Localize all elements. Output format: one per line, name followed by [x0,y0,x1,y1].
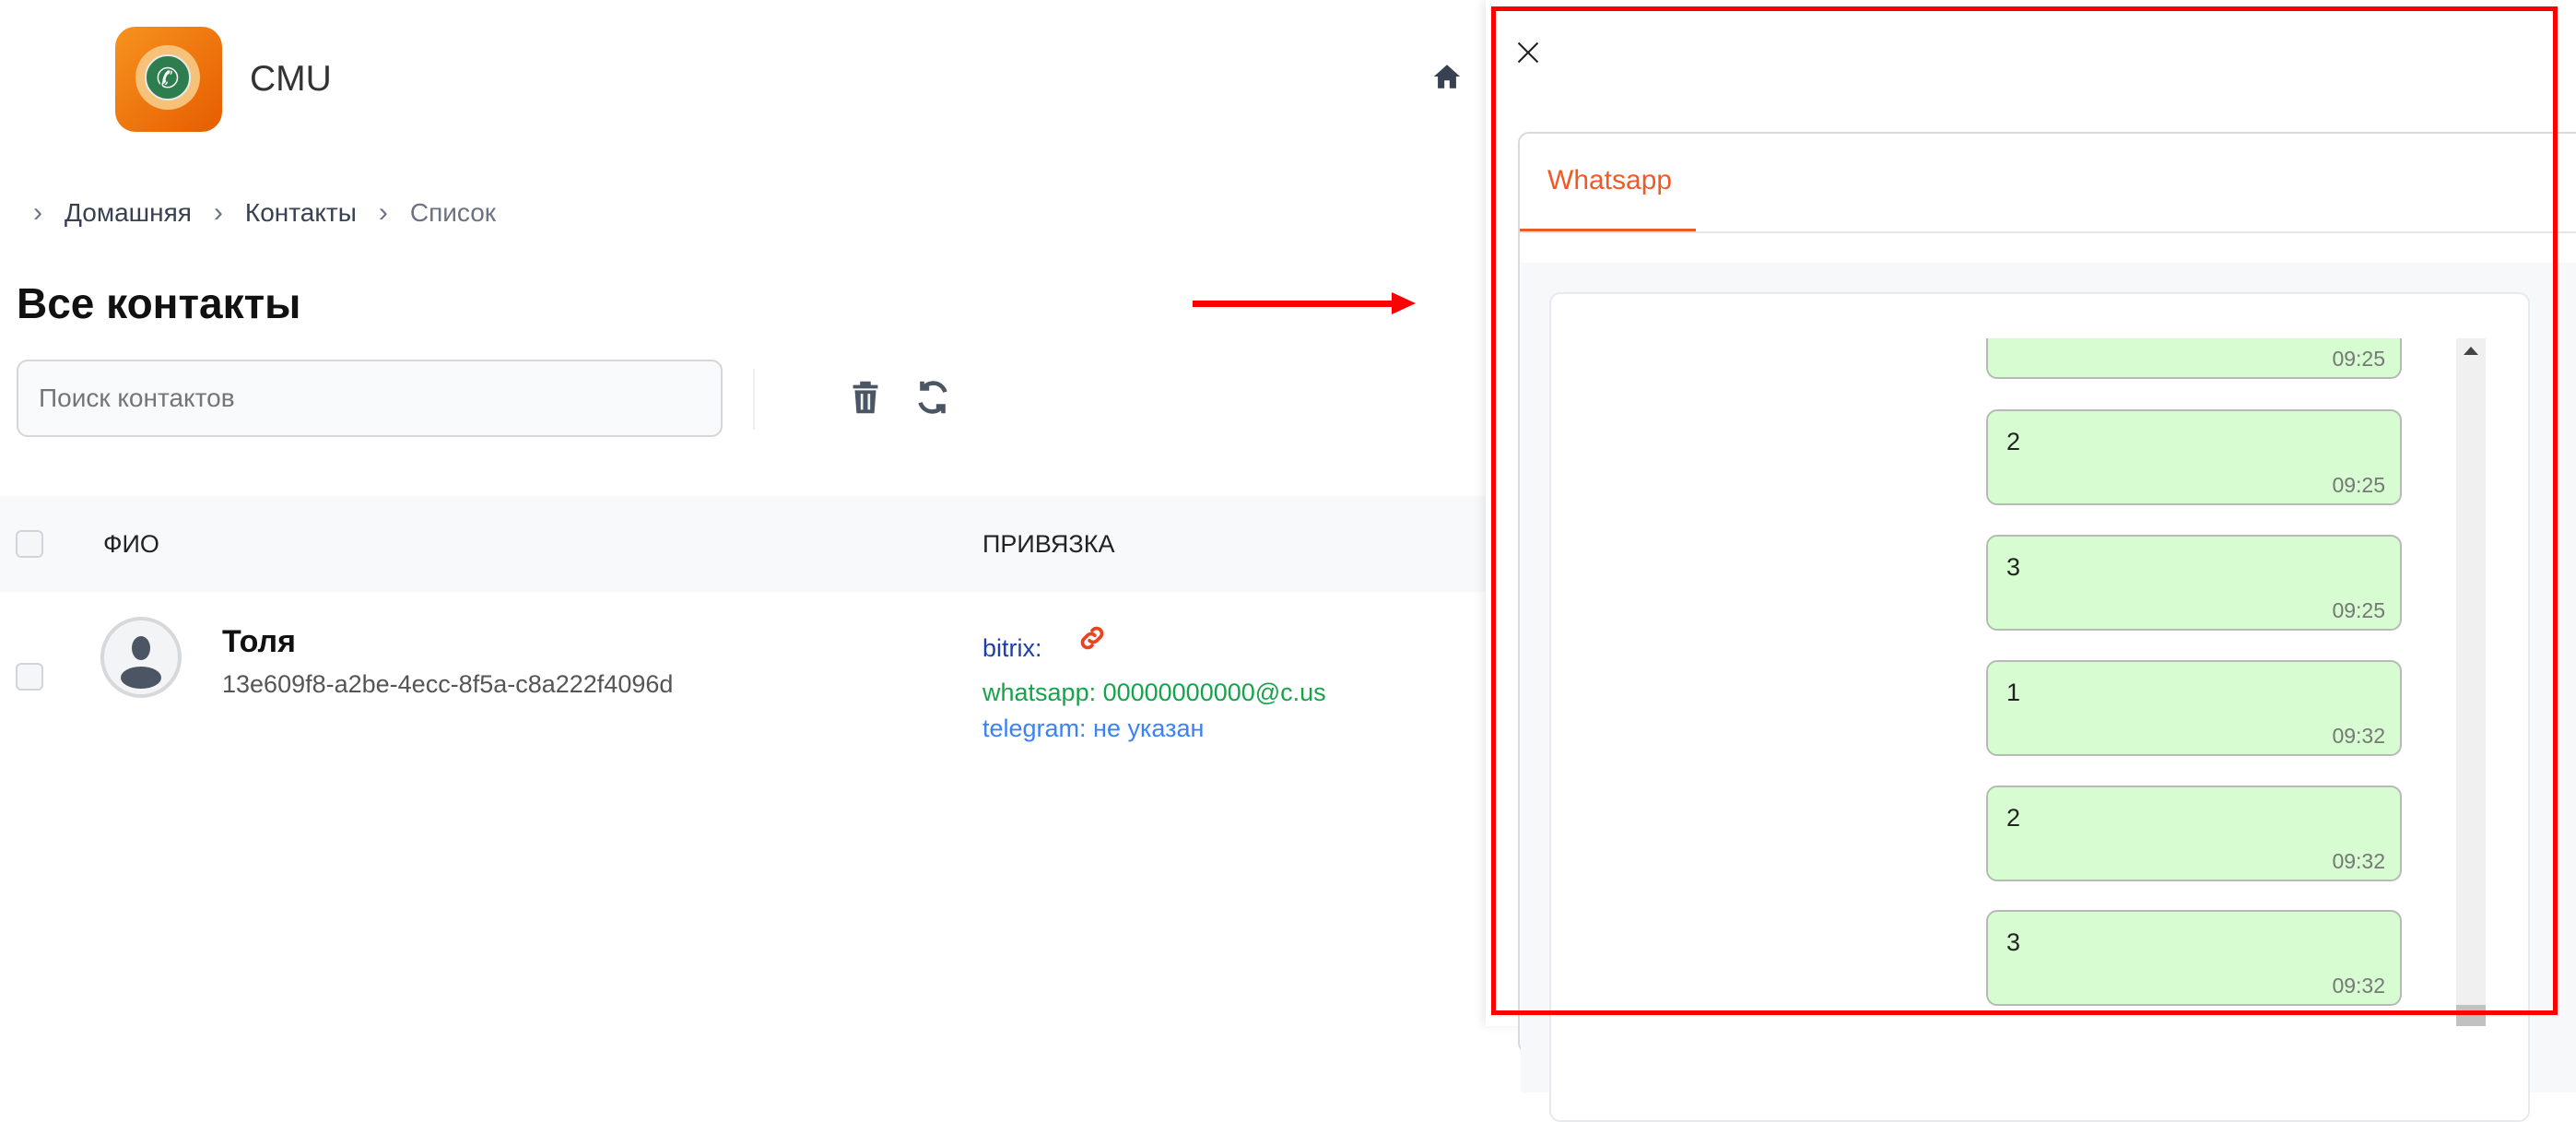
message-bubble: 2 09:25 [1986,409,2402,505]
chevron-right-icon: › [213,197,223,228]
tab-divider [1520,231,2576,233]
contact-id: 13e609f8-a2be-4ecc-8f5a-c8a222f4096d [222,670,674,698]
message-text: 2 [2006,428,2021,455]
breadcrumb-list: Список [409,198,497,227]
home-icon[interactable] [1431,61,1463,92]
link-icon[interactable] [1076,622,1108,654]
refresh-icon[interactable] [912,376,954,419]
breadcrumb-contacts[interactable]: Контакты [245,198,357,228]
divider [753,369,755,430]
whatsapp-binding[interactable]: whatsapp: 00000000000@c.us [982,679,1326,707]
message-text: 3 [2006,928,2021,956]
bitrix-binding: bitrix: [982,634,1042,662]
message-time: 09:32 [2332,724,2385,748]
brand-name: CMU [250,59,332,99]
column-header-name[interactable]: ФИО [103,530,159,559]
row-checkbox[interactable] [16,663,43,691]
message-bubble: 2 09:32 [1986,785,2402,881]
message-text: 2 [2006,804,2021,832]
breadcrumb: › Домашняя › Контакты › Список [28,197,496,229]
tab-whatsapp[interactable]: Whatsapp [1547,165,1672,196]
close-icon[interactable] [1515,40,1541,65]
trash-icon[interactable] [844,376,887,419]
table-header [0,496,1493,592]
column-header-binding[interactable]: ПРИВЯЗКА [982,530,1114,559]
message-bubble: 09:25 [1986,338,2402,379]
message-list[interactable]: 09:25 2 09:25 3 09:25 1 09:32 2 09:32 3 09:32 [1551,338,2528,1026]
chevron-right-icon: › [33,197,42,228]
user-icon [121,636,161,689]
telegram-binding: telegram: не указан [982,715,1205,742]
breadcrumb-home[interactable]: Домашняя [65,198,192,228]
message-bubble: 3 09:25 [1986,535,2402,631]
annotation-arrowhead [1392,292,1416,314]
avatar [100,617,182,698]
annotation-arrow [1193,301,1395,307]
whatsapp-phone-icon: ✆ [145,54,191,100]
chevron-right-icon: › [378,197,388,228]
message-text: 1 [2006,679,2021,706]
message-time: 09:25 [2332,347,2385,371]
message-time: 09:25 [2332,473,2385,497]
select-all-checkbox[interactable] [16,530,43,558]
contact-name[interactable]: Толя [222,624,296,660]
page-title: Все контакты [17,279,301,327]
message-bubble: 1 09:32 [1986,660,2402,756]
scroll-up-arrow-icon[interactable] [2464,347,2478,355]
message-time: 09:32 [2332,849,2385,873]
scrollbar-thumb[interactable] [2456,1005,2486,1026]
search-input[interactable] [17,360,723,437]
message-bubble: 3 09:32 [1986,910,2402,1006]
message-time: 09:25 [2332,598,2385,622]
scrollbar[interactable] [2456,338,2486,1026]
app-logo[interactable]: ✆ [115,27,222,132]
message-time: 09:32 [2332,974,2385,998]
message-text: 3 [2006,553,2021,581]
